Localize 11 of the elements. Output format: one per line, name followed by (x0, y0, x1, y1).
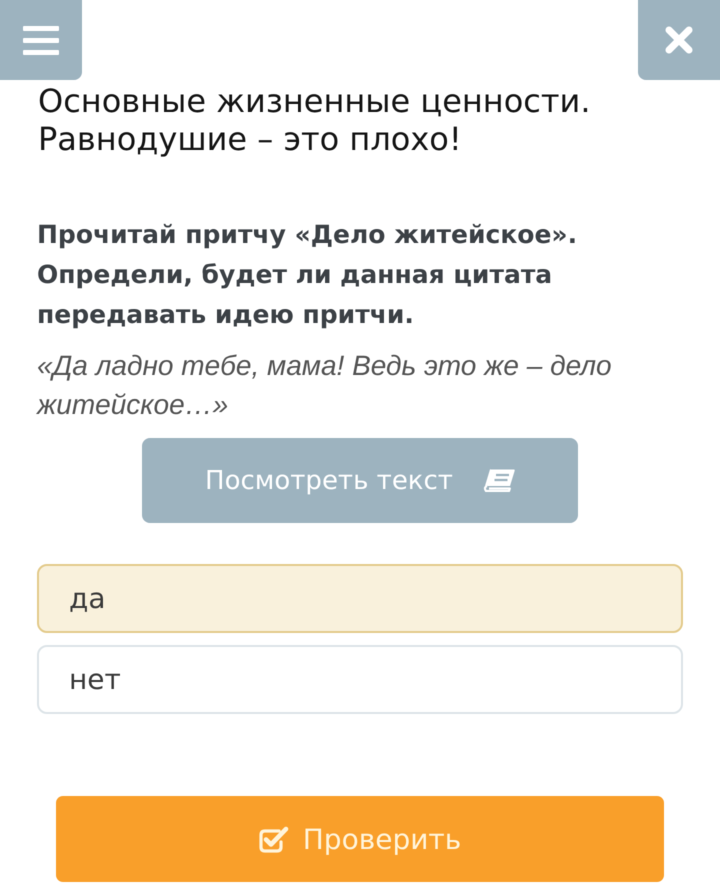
menu-button[interactable] (0, 0, 82, 80)
answer-option[interactable]: нет (37, 645, 683, 714)
checked-box-icon (258, 826, 289, 852)
quote-text: «Да ладно тебе, мама! Ведь это же – дело житейское…» (37, 349, 613, 422)
answer-option[interactable]: да (37, 564, 683, 633)
task-instruction: Прочитай притчу «Дело житейское». Определи, будет ли данная цитата передавать идею притчи. (37, 219, 578, 331)
book-icon (482, 469, 515, 492)
menu-icon (23, 26, 59, 54)
close-button[interactable] (638, 0, 720, 80)
lesson-title: Основные жизненные ценности. Равнодушие – это плохо! (38, 82, 592, 158)
close-icon (665, 26, 693, 54)
